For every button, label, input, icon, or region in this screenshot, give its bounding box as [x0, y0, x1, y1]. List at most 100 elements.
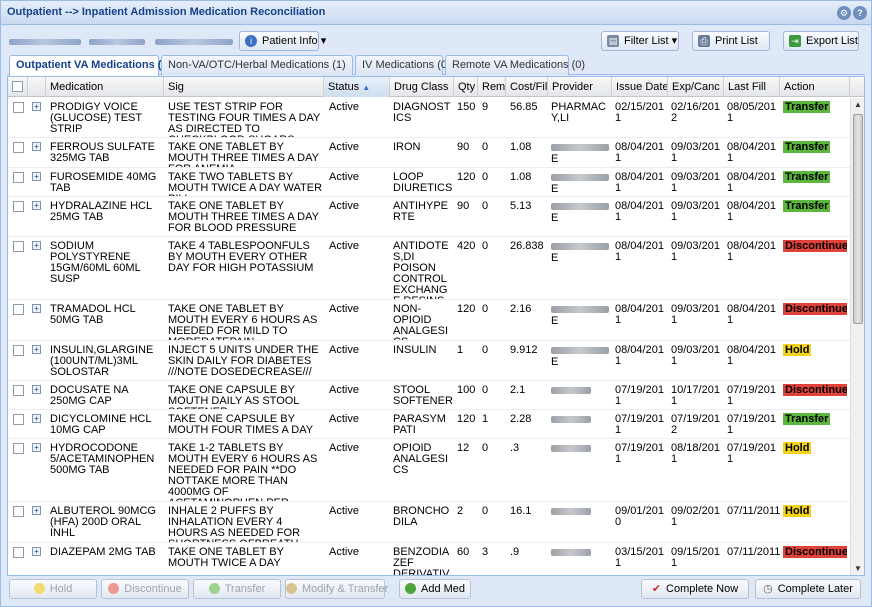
help-icon[interactable]: ? [853, 6, 867, 20]
action-badge-transfer[interactable]: Transfer [783, 413, 831, 425]
grid-scrollbar[interactable]: ▲ ▼ [850, 98, 864, 575]
table-row[interactable]: + INSULIN,GLARGINE (100UNT/ML)3ML SOLOSTA… [8, 341, 850, 381]
table-row[interactable]: + TRAMADOL HCL 50MG TAB TAKE ONE TABLET BY… [8, 300, 850, 341]
row-checkbox[interactable] [13, 102, 24, 113]
header-status[interactable]: Status ▲ [324, 77, 390, 97]
action-badge-transfer[interactable]: Transfer [783, 200, 831, 212]
export-list-button[interactable]: ⇥ Export List [783, 31, 859, 51]
cell-exp: 09/02/2011 [671, 506, 720, 528]
action-badge-hold[interactable]: Hold [783, 442, 812, 454]
tab-remote-va[interactable]: Remote VA Medications (0) [445, 55, 585, 75]
cell-rem: 0 [482, 345, 489, 356]
header-qty[interactable]: Qty [454, 77, 478, 97]
row-checkbox[interactable] [13, 385, 24, 396]
row-checkbox[interactable] [13, 547, 24, 558]
row-checkbox[interactable] [13, 241, 24, 252]
table-row[interactable]: + FERROUS SULFATE 325MG TAB TAKE ONE TABLE… [8, 138, 850, 168]
header-exp-canc[interactable]: Exp/Canc [668, 77, 724, 97]
row-checkbox[interactable] [13, 201, 24, 212]
tab-outpatient-va[interactable]: Outpatient VA Medications (30) [9, 55, 177, 76]
action-badge-transfer[interactable]: Transfer [783, 171, 831, 183]
table-row[interactable]: + DICYCLOMINE HCL 10MG CAP TAKE ONE CAPSUL… [8, 410, 850, 439]
table-row[interactable]: + DOCUSATE NA 250MG CAP TAKE ONE CAPSULE B… [8, 381, 850, 410]
table-row[interactable]: + HYDROCODONE 5/ACETAMINOPHEN 500MG TAB TA… [8, 439, 850, 502]
header-drug-class[interactable]: Drug Class [390, 77, 454, 97]
row-checkbox[interactable] [13, 172, 24, 183]
action-badge-hold[interactable]: Hold [783, 344, 812, 356]
header-cost[interactable]: Cost/Fill [506, 77, 548, 97]
expand-row-icon[interactable]: + [32, 304, 41, 313]
row-checkbox[interactable] [13, 443, 24, 454]
row-checkbox[interactable] [13, 345, 24, 356]
row-checkbox[interactable] [13, 506, 24, 517]
header-provider[interactable]: Provider [548, 77, 612, 97]
expand-row-icon[interactable]: + [32, 385, 41, 394]
cell-action[interactable]: Hold [783, 442, 847, 454]
action-badge-hold[interactable]: Hold [783, 505, 812, 517]
cell-cls: PARASYMPATI [393, 414, 446, 436]
cell-action[interactable]: Hold [783, 505, 847, 517]
scroll-up-icon[interactable]: ▲ [852, 99, 864, 111]
action-badge-discontinue[interactable]: Discontinue [783, 240, 847, 252]
select-all-checkbox[interactable] [12, 81, 23, 92]
cell-action[interactable]: Discontinue [783, 303, 847, 315]
tab-iv[interactable]: IV Medications (0) [355, 55, 451, 75]
cell-qty: 420 [457, 241, 476, 252]
table-row[interactable]: + DIAZEPAM 2MG TAB TAKE ONE TABLET BY MOUT… [8, 543, 850, 575]
cell-action[interactable]: Transfer [783, 171, 847, 183]
expand-row-icon[interactable]: + [32, 172, 41, 181]
table-row[interactable]: + HYDRALAZINE HCL 25MG TAB TAKE ONE TABLET… [8, 197, 850, 237]
row-checkbox[interactable] [13, 304, 24, 315]
header-medication[interactable]: Medication [46, 77, 164, 97]
header-last-fill[interactable]: Last Fill [724, 77, 780, 97]
cell-action[interactable]: Hold [783, 344, 847, 356]
cell-action[interactable]: Discontinue [783, 384, 847, 396]
patient-info-button[interactable]: i Patient Info ▾ [239, 31, 326, 51]
complete-now-button[interactable]: ✔ Complete Now [641, 579, 749, 599]
cell-action[interactable]: Transfer [783, 200, 847, 212]
action-badge-discontinue[interactable]: Discontinue [783, 384, 847, 396]
print-list-button[interactable]: ⎙ Print List [692, 31, 770, 51]
header-rem[interactable]: Rem [478, 77, 506, 97]
action-badge-transfer[interactable]: Transfer [783, 141, 831, 153]
expand-row-icon[interactable]: + [32, 547, 41, 556]
header-select-all[interactable] [8, 77, 28, 97]
modify-transfer-button[interactable]: Modify & Transfer [285, 579, 388, 599]
expand-row-icon[interactable]: + [32, 241, 41, 250]
expand-row-icon[interactable]: + [32, 414, 41, 423]
scroll-down-icon[interactable]: ▼ [852, 563, 864, 575]
row-checkbox[interactable] [13, 142, 24, 153]
expand-row-icon[interactable]: + [32, 142, 41, 151]
table-row[interactable]: + ALBUTEROL 90MCG (HFA) 200D ORAL INHL INH… [8, 502, 850, 543]
settings-icon[interactable]: ⚙ [837, 6, 851, 20]
action-badge-transfer[interactable]: Transfer [783, 101, 831, 113]
table-row[interactable]: + PRODIGY VOICE (GLUCOSE) TEST STRIP USE T… [8, 98, 850, 138]
cell-action[interactable]: Discontinue [783, 546, 847, 558]
cell-action[interactable]: Discontinue [783, 240, 847, 252]
filter-list-button[interactable]: ▤ Filter List ▾ [601, 31, 679, 51]
discontinue-button[interactable]: Discontinue [101, 579, 189, 599]
tab-non-va[interactable]: Non-VA/OTC/Herbal Medications (1) [161, 55, 353, 75]
cell-action[interactable]: Transfer [783, 101, 847, 113]
transfer-button[interactable]: Transfer [193, 579, 281, 599]
header-action[interactable]: Action [780, 77, 850, 97]
header-sig[interactable]: Sig [164, 77, 324, 97]
header-issue-date[interactable]: Issue Date [612, 77, 668, 97]
row-checkbox[interactable] [13, 414, 24, 425]
expand-row-icon[interactable]: + [32, 506, 41, 515]
complete-later-button[interactable]: ◷ Complete Later [755, 579, 861, 599]
table-row[interactable]: + FUROSEMIDE 40MG TAB TAKE TWO TABLETS BY … [8, 168, 850, 197]
expand-row-icon[interactable]: + [32, 443, 41, 452]
cell-action[interactable]: Transfer [783, 141, 847, 153]
cell-action[interactable]: Transfer [783, 413, 847, 425]
expand-row-icon[interactable]: + [32, 201, 41, 210]
hold-button[interactable]: Hold [9, 579, 97, 599]
action-badge-discontinue[interactable]: Discontinue [783, 303, 847, 315]
expand-row-icon[interactable]: + [32, 345, 41, 354]
table-row[interactable]: + SODIUM POLYSTYRENE 15GM/60ML 60ML SUSP T… [8, 237, 850, 300]
expand-row-icon[interactable]: + [32, 102, 41, 111]
cell-prov: E [551, 345, 611, 380]
add-med-button[interactable]: Add Med [399, 579, 471, 599]
action-badge-discontinue[interactable]: Discontinue [783, 546, 847, 558]
scroll-thumb[interactable] [853, 114, 863, 324]
